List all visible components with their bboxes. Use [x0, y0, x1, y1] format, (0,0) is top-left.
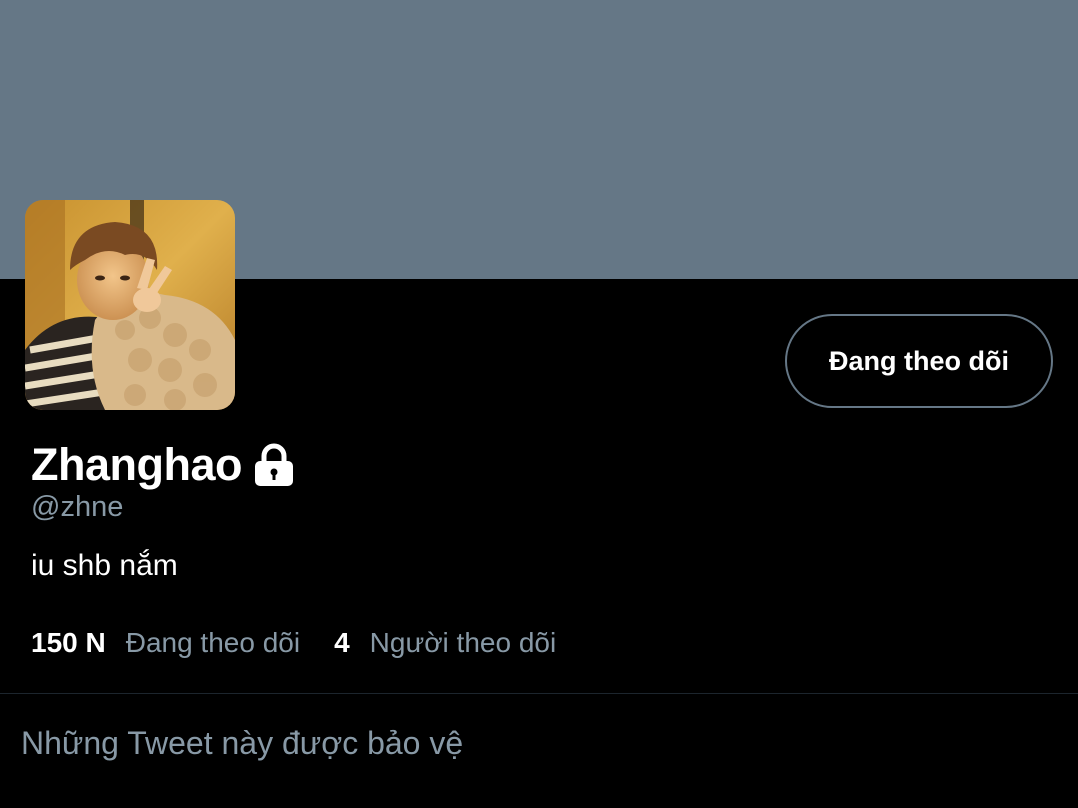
followers-label: Người theo dõi	[369, 627, 557, 658]
following-count: 150 N	[31, 627, 106, 658]
profile-stats: 150 N Đang theo dõi 4 Người theo dõi	[31, 627, 556, 659]
following-label: Đang theo dõi	[125, 627, 301, 658]
avatar[interactable]	[25, 200, 235, 410]
following-stat[interactable]: 150 N Đang theo dõi	[31, 627, 300, 659]
following-button[interactable]: Đang theo dõi	[785, 314, 1053, 408]
profile-name-row: Zhanghao	[31, 437, 296, 493]
divider	[0, 693, 1078, 694]
lock-icon	[252, 442, 296, 488]
protected-tweets-message: Những Tweet này được bảo vệ	[21, 725, 464, 761]
followers-stat[interactable]: 4 Người theo dõi	[334, 627, 556, 659]
avatar-photo	[25, 200, 235, 410]
profile-page: Đang theo dõi Zhanghao @zhne iu shb nắm …	[0, 0, 1078, 808]
followers-count: 4	[334, 627, 350, 658]
profile-bio: iu shb nắm	[31, 549, 178, 582]
username-handle: @zhne	[31, 491, 124, 523]
display-name: Zhanghao	[31, 439, 242, 490]
